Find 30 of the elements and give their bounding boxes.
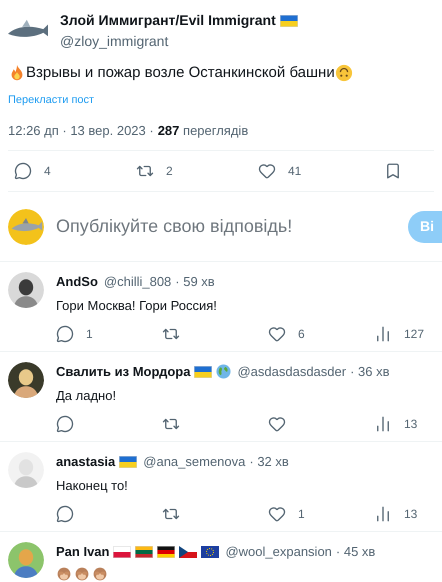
action-count: 2 <box>166 163 173 180</box>
action-count: 4 <box>44 163 51 180</box>
reply-time: · 45 хв <box>336 543 376 561</box>
reply-text: Наконец то! <box>56 476 129 495</box>
action-count: 13 <box>404 416 418 433</box>
reply-time: · 59 хв <box>175 273 215 291</box>
reply-text: Гори Москва! Гори Россия! <box>56 296 218 315</box>
action-count: 127 <box>404 326 424 343</box>
action-count: 6 <box>298 326 305 343</box>
action-count: 1 <box>298 506 305 523</box>
reply-text: Да ладно! <box>56 386 118 405</box>
action-count: 13 <box>404 506 418 523</box>
author-handle[interactable]: @zloy_immigrant <box>60 31 298 52</box>
reply-handle[interactable]: @chilli_808 <box>104 272 172 292</box>
action-count: 1 <box>86 326 93 343</box>
reply-author[interactable]: AndSo <box>56 272 98 292</box>
reply-time: · 32 хв <box>249 453 289 471</box>
reply-time: · 36 хв <box>350 363 390 381</box>
reply-handle[interactable]: @ana_semenova <box>143 452 246 472</box>
reply-author[interactable]: Свалить из Мордора <box>56 362 190 382</box>
reply-author[interactable]: Pan Ivan <box>56 542 110 562</box>
post-timestamp: 12:26 дп · 13 вер. 2023 · <box>8 122 154 140</box>
view-count: 287 переглядів <box>158 122 248 140</box>
reply-author[interactable]: anastasia <box>56 452 116 472</box>
post-text: Взрывы и пожар возле Останкинской башни <box>26 63 335 83</box>
author-name[interactable]: Злой Иммигрант/Evil Immigrant <box>60 10 276 31</box>
action-count: 41 <box>288 163 302 180</box>
reply-field[interactable]: Опублікуйте свою відповідь! <box>56 213 396 240</box>
reply-handle[interactable]: @asdasdasdasder <box>237 362 346 382</box>
reply-handle[interactable]: @wool_expansion <box>225 542 332 562</box>
